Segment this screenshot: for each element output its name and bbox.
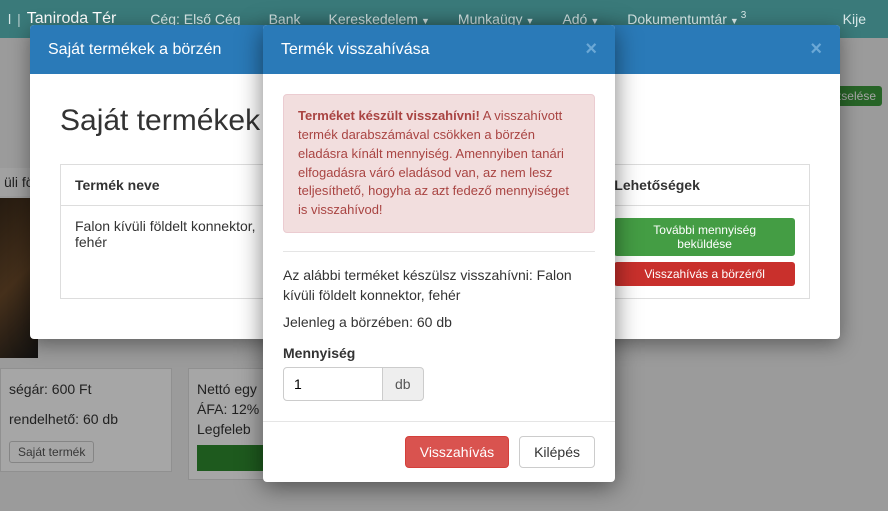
th-options: Lehetőségek (600, 165, 810, 206)
docs-badge: 3 (741, 10, 747, 21)
brand-prefix: l (8, 11, 11, 27)
send-more-button[interactable]: További mennyiség beküldése (614, 218, 795, 256)
warning-alert: Terméket készült visszahívni! A visszahí… (283, 94, 595, 233)
modal2-footer: Visszahívás Kilépés (263, 421, 615, 482)
quantity-unit: db (383, 367, 424, 401)
recall-product-text: Az alábbi terméket készülsz visszahívni:… (283, 266, 595, 305)
cell-options: További mennyiség beküldése Visszahívás … (600, 206, 810, 299)
close-icon[interactable]: × (810, 38, 822, 61)
brand-separator: | (17, 11, 21, 27)
alert-strong: Terméket készült visszahívni! (298, 108, 480, 123)
quantity-input[interactable] (283, 367, 383, 401)
recall-button[interactable]: Visszahívás a börzéről (614, 262, 795, 286)
current-stock-text: Jelenleg a börzében: 60 db (283, 313, 595, 333)
quantity-label: Mennyiség (283, 345, 595, 361)
modal1-title: Saját termékek a börzén (48, 41, 221, 59)
divider (283, 251, 595, 252)
nav-logout[interactable]: Kije (843, 11, 866, 27)
modal-recall-product: Termék visszahívása × Terméket készült v… (263, 25, 615, 482)
alert-text: A visszahívott termék darabszámával csök… (298, 108, 569, 217)
quantity-input-group: db (283, 367, 595, 401)
modal2-header: Termék visszahívása × (263, 25, 615, 74)
confirm-recall-button[interactable]: Visszahívás (405, 436, 509, 468)
close-icon[interactable]: × (585, 38, 597, 61)
cancel-button[interactable]: Kilépés (519, 436, 595, 468)
modal2-title: Termék visszahívása (281, 41, 430, 59)
